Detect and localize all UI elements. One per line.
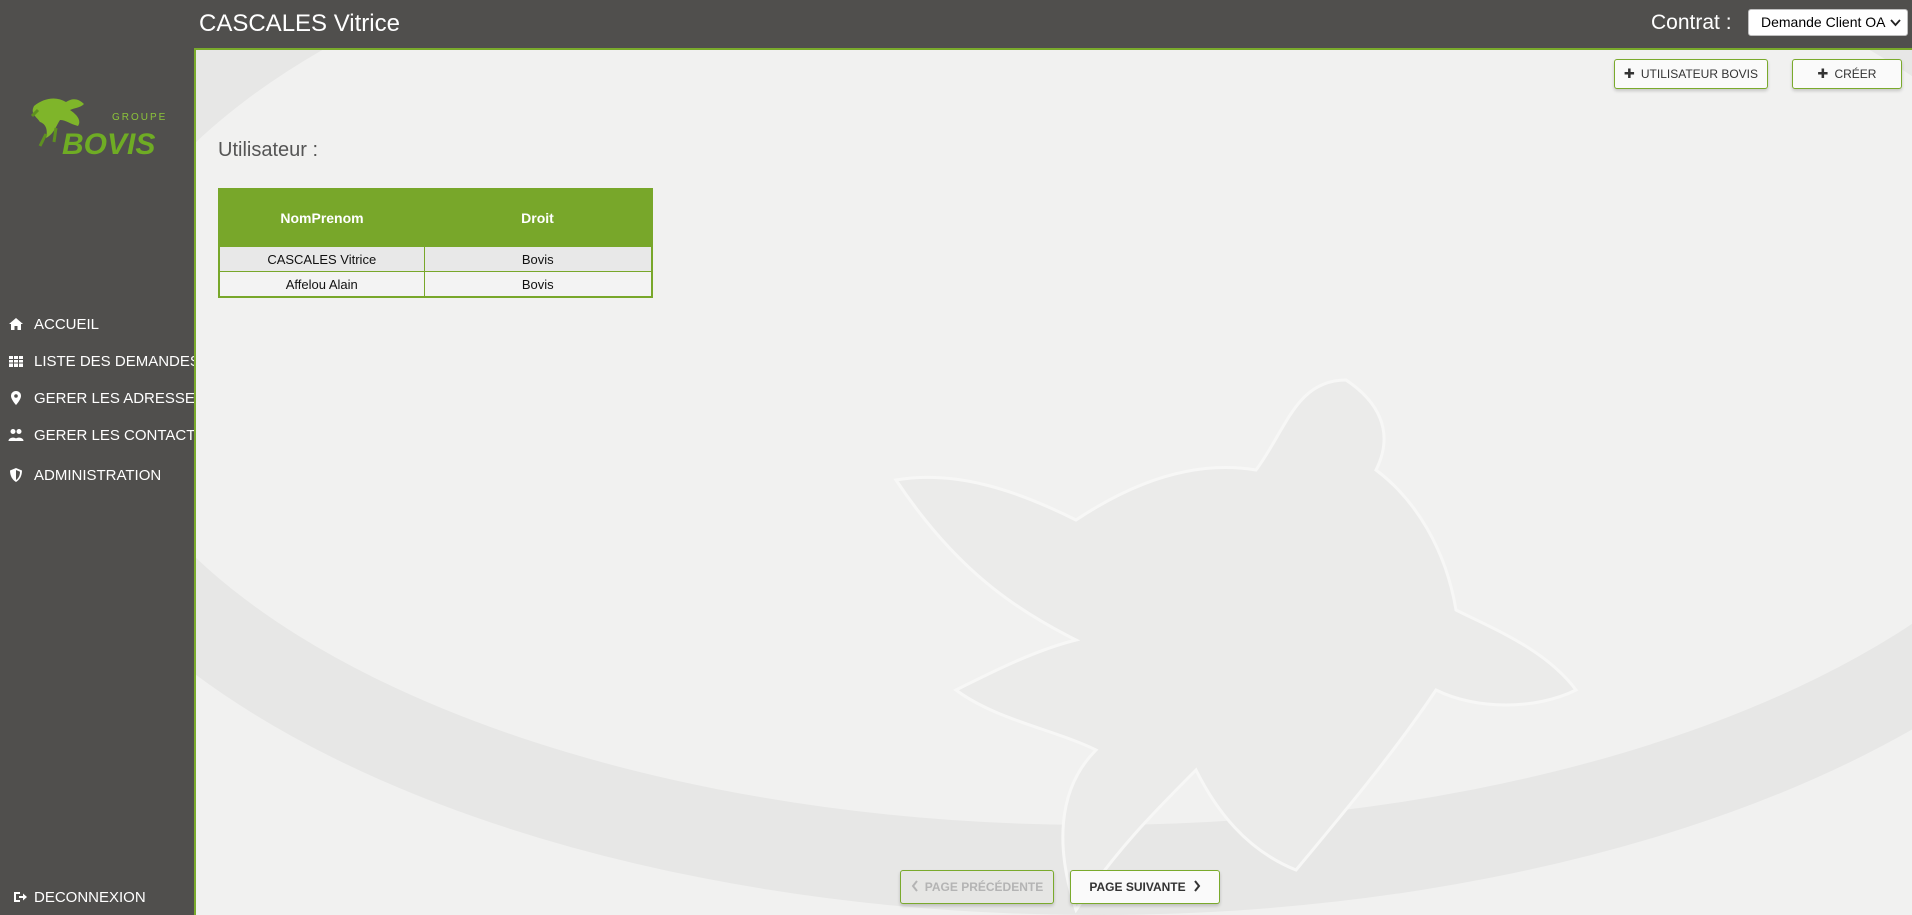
- sidebar-item-label: GERER LES CONTACTS: [34, 426, 206, 444]
- table-icon: [8, 353, 24, 369]
- section-title: Utilisateur :: [218, 139, 319, 161]
- svg-text:GROUPE: GROUPE: [112, 112, 166, 123]
- sidebar-item-accueil[interactable]: ACCUEIL: [8, 312, 99, 336]
- sidebar-item-label: GERER LES ADRESSES: [34, 389, 205, 407]
- sidebar-item-label: ACCUEIL: [34, 315, 100, 333]
- previous-page-label: PAGE PRÉCÉDENTE: [924, 880, 1044, 894]
- main-content: ✚ UTILISATEUR BOVIS ✚ CRÉER Utilisateur …: [194, 48, 1912, 915]
- contract-select[interactable]: Demande Client OA: [1748, 9, 1908, 36]
- map-marker-icon: [8, 390, 24, 406]
- users-table: NomPrenom Droit CASCALES Vitrice Bovis A…: [218, 188, 653, 298]
- sidebar-item-liste-demandes[interactable]: LISTE DES DEMANDES: [8, 349, 200, 373]
- bovis-logo[interactable]: GROUPE BOVIS: [26, 94, 166, 164]
- add-bovis-user-button[interactable]: ✚ UTILISATEUR BOVIS: [1614, 59, 1768, 89]
- table-row[interactable]: Affelou Alain Bovis: [218, 271, 653, 298]
- table-header-row: NomPrenom Droit: [219, 189, 652, 247]
- table-row[interactable]: CASCALES Vitrice Bovis: [218, 246, 653, 272]
- next-page-button[interactable]: PAGE SUIVANTE: [1070, 870, 1220, 904]
- create-button[interactable]: ✚ CRÉER: [1792, 59, 1902, 89]
- chevron-down-icon: [1890, 10, 1901, 35]
- table-cell: CASCALES Vitrice: [218, 246, 425, 272]
- page-title: CASCALES Vitrice: [199, 10, 400, 37]
- users-icon: [8, 427, 24, 443]
- chevron-right-icon: [1193, 879, 1201, 895]
- sidebar-item-gerer-contacts[interactable]: GERER LES CONTACTS: [8, 423, 205, 447]
- svg-text:BOVIS: BOVIS: [62, 128, 155, 161]
- table-cell: Bovis: [423, 271, 653, 298]
- sidebar-item-administration[interactable]: ADMINISTRATION: [8, 463, 161, 487]
- next-page-label: PAGE SUIVANTE: [1089, 880, 1186, 894]
- logout-button[interactable]: DECONNEXION: [12, 885, 146, 909]
- top-bar: CASCALES Vitrice Contrat : Demande Clien…: [0, 0, 1912, 48]
- chevron-left-icon: [911, 879, 919, 895]
- table-cell: Affelou Alain: [218, 271, 425, 298]
- previous-page-button[interactable]: PAGE PRÉCÉDENTE: [900, 870, 1054, 904]
- column-header-droit[interactable]: Droit: [424, 189, 652, 247]
- background-watermark: [196, 50, 1912, 915]
- contract-label: Contrat :: [1651, 11, 1732, 34]
- home-icon: [8, 316, 24, 332]
- sidebar-item-gerer-adresses[interactable]: GERER LES ADRESSES: [8, 386, 205, 410]
- sidebar-item-label: LISTE DES DEMANDES: [34, 352, 200, 370]
- column-header-nomprenom[interactable]: NomPrenom: [219, 189, 424, 247]
- sidebar: GROUPE BOVIS ACCUEIL LISTE DES DEMANDES …: [0, 48, 205, 915]
- table-cell: Bovis: [423, 246, 653, 272]
- logout-icon: [12, 889, 28, 905]
- logout-label: DECONNEXION: [34, 888, 146, 906]
- plus-icon: ✚: [1623, 66, 1635, 81]
- sidebar-item-label: ADMINISTRATION: [34, 466, 162, 484]
- contract-select-value: Demande Client OA: [1761, 14, 1886, 30]
- shield-icon: [8, 467, 24, 483]
- plus-icon: ✚: [1817, 66, 1829, 81]
- create-label: CRÉER: [1834, 67, 1877, 81]
- add-bovis-user-label: UTILISATEUR BOVIS: [1640, 67, 1759, 81]
